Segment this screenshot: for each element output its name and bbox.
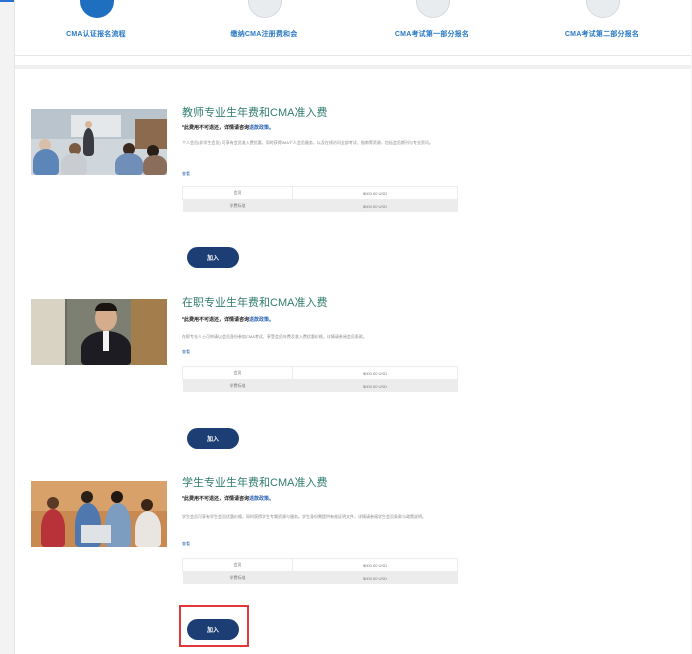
fee-table: 会员 $000.00 USD 学费标准 $000.00 USD <box>182 558 459 584</box>
fee-type: 学费标准 <box>182 199 293 212</box>
fee-amount: $000.00 USD <box>291 366 459 380</box>
section-title: 教师专业生年费和CMA准入费 <box>182 107 328 119</box>
step-navigation: CMA认证报名流程 缴纳CMA注册费和会 CMA考试第一部分报名 CMA考试第二… <box>15 0 691 56</box>
step-4-icon <box>586 0 620 18</box>
refund-notice: *此费用不可退还，详情请咨询退款政策。 <box>182 125 274 131</box>
student-group-photo <box>31 481 167 547</box>
table-row: 学费标准 $000.00 USD <box>182 379 458 392</box>
table-row: 会员 $000.00 USD <box>182 186 459 200</box>
step-2-label: 缴纳CMA注册费和会 <box>230 31 298 38</box>
teacher-classroom-photo <box>31 109 167 175</box>
refund-policy-link[interactable]: 退款政策。 <box>249 496 274 502</box>
step-4-label: CMA考试第二部分报名 <box>564 31 640 38</box>
table-row: 学费标准 $000.00 USD <box>182 571 458 584</box>
section-description: 个人会员(非学生会员) 可享有会员准入费优惠，同时获得IMA个人会员服务，以及在… <box>182 140 433 145</box>
fee-amount: $000.00 USD <box>292 379 458 392</box>
step-1-label: CMA认证报名流程 <box>66 31 126 38</box>
professional-portrait-photo <box>31 299 167 365</box>
fee-type: 学费标准 <box>182 571 293 584</box>
fee-amount: $000.00 USD <box>291 558 459 572</box>
details-link[interactable]: 查看 <box>182 171 190 177</box>
fee-page: CMA认证报名流程 缴纳CMA注册费和会 CMA考试第一部分报名 CMA考试第二… <box>14 0 691 654</box>
highlight-box <box>179 605 249 647</box>
fee-type: 会员 <box>182 366 293 380</box>
table-row: 会员 $000.00 USD <box>182 366 459 380</box>
section-title: 在职专业生年费和CMA准入费 <box>182 297 328 309</box>
fee-amount: $000.00 USD <box>292 199 458 212</box>
fee-type: 会员 <box>182 186 293 200</box>
step-2-icon <box>248 0 282 18</box>
details-link[interactable]: 查看 <box>182 349 190 355</box>
section-divider <box>15 65 691 69</box>
fee-type: 学费标准 <box>182 379 293 392</box>
section-description: 学生会员可享有学生会员优惠价格，同时获得学生专属资源与服务。学生身份需提供有效证… <box>182 514 426 519</box>
fee-table: 会员 $000.00 USD 学费标准 $000.00 USD <box>182 186 459 212</box>
step-1-icon <box>80 0 114 18</box>
fee-amount: $000.00 USD <box>292 571 458 584</box>
fee-type: 会员 <box>182 558 293 572</box>
table-row: 学费标准 $000.00 USD <box>182 199 458 212</box>
details-link[interactable]: 查看 <box>182 541 190 547</box>
fee-table: 会员 $000.00 USD 学费标准 $000.00 USD <box>182 366 459 392</box>
join-button[interactable]: 加入 <box>187 247 239 268</box>
step-3-icon <box>416 0 450 18</box>
join-button[interactable]: 加入 <box>187 428 239 449</box>
refund-notice: *此费用不可退还，详情请咨询退款政策。 <box>182 496 274 502</box>
refund-policy-link[interactable]: 退款政策。 <box>249 317 274 323</box>
step-3-label: CMA考试第一部分报名 <box>394 31 470 38</box>
refund-notice: *此费用不可退还，详情请咨询退款政策。 <box>182 317 274 323</box>
table-row: 会员 $000.00 USD <box>182 558 459 572</box>
section-description: 在职专业人士可申请以会员身份参加CMA考试，享受会员年费及准入费优惠价格，详情请… <box>182 334 367 339</box>
refund-policy-link[interactable]: 退款政策。 <box>249 125 274 131</box>
fee-amount: $000.00 USD <box>291 186 459 200</box>
section-title: 学生专业生年费和CMA准入费 <box>182 477 328 489</box>
